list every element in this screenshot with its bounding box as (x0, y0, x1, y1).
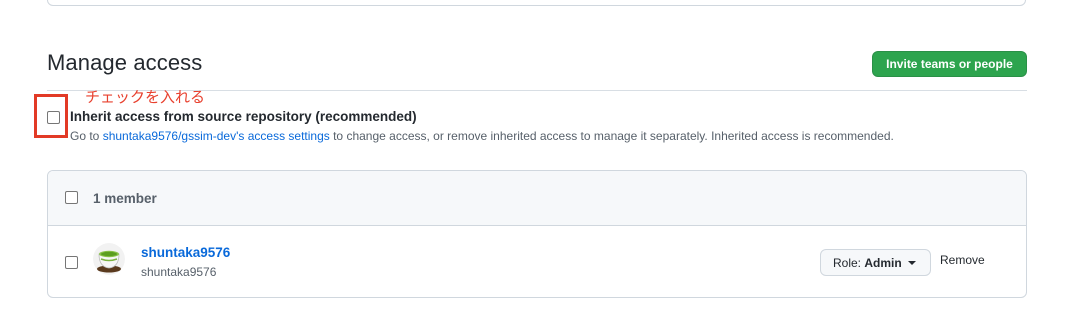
member-subname: shuntaka9576 (141, 265, 217, 279)
role-value: Admin (864, 255, 902, 270)
members-header: 1 member (48, 171, 1026, 226)
desc-prefix: Go to (70, 129, 103, 143)
member-checkbox[interactable] (65, 256, 78, 269)
access-settings-link[interactable]: shuntaka9576/gssim-dev's access settings (103, 129, 330, 143)
invite-teams-button[interactable]: Invite teams or people (872, 51, 1027, 77)
inherit-access-checkbox[interactable] (47, 111, 60, 124)
member-count: 1 member (93, 191, 157, 206)
desc-suffix: to change access, or remove inherited ac… (329, 129, 894, 143)
green-tea-cup-icon (93, 243, 125, 275)
select-all-checkbox[interactable] (65, 191, 78, 204)
annotation-text: チェックを入れる (85, 88, 206, 106)
role-prefix: Role: (833, 255, 865, 270)
role-dropdown[interactable]: Role: Admin (820, 249, 931, 276)
member-username-link[interactable]: shuntaka9576 (141, 245, 230, 260)
previous-section-box (47, 0, 1026, 6)
chevron-down-icon (908, 261, 916, 265)
inherit-access-description: Go to shuntaka9576/gssim-dev's access se… (70, 129, 894, 143)
remove-member-button[interactable]: Remove (940, 253, 985, 267)
members-list: 1 member shuntaka9576 shuntaka9576 Role:… (47, 170, 1027, 298)
page-title: Manage access (47, 50, 203, 75)
inherit-access-label: Inherit access from source repository (r… (70, 109, 417, 124)
